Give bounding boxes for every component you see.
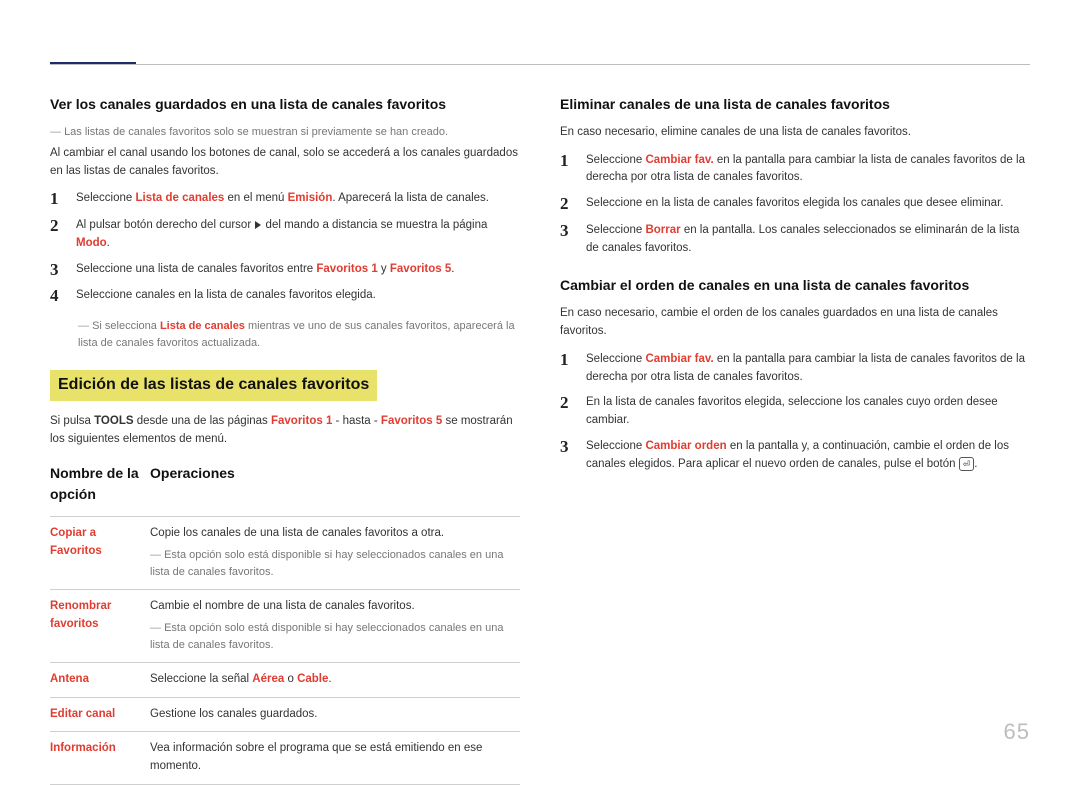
note-prior-create: Las listas de canales favoritos solo se … xyxy=(50,124,520,141)
table-row: Editar canal Gestione los canales guarda… xyxy=(50,697,520,732)
step-body: Seleccione Cambiar orden en la pantalla … xyxy=(586,438,1030,474)
columns: Ver los canales guardados en una lista d… xyxy=(50,22,1030,785)
para-tools: Si pulsa TOOLS desde una de las páginas … xyxy=(50,413,520,449)
step-row: 4 Seleccione canales en la lista de cana… xyxy=(50,287,520,306)
step-row: 1 Seleccione Cambiar fav. en la pantalla… xyxy=(560,152,1030,188)
step-number: 1 xyxy=(560,351,574,370)
options-table: Nombre de la opción Operaciones Copiar a… xyxy=(50,459,520,785)
opt-name: Antena xyxy=(50,673,89,685)
heading-reorder: Cambiar el orden de canales en una lista… xyxy=(560,275,1030,297)
para-channel-buttons: Al cambiar el canal usando los botones d… xyxy=(50,145,520,181)
step-row: 3 Seleccione Borrar en la pantalla. Los … xyxy=(560,222,1030,258)
header-rule xyxy=(50,64,1030,65)
table-row: Renombrar favoritos Cambie el nombre de … xyxy=(50,589,520,662)
step-number: 2 xyxy=(560,195,574,214)
table-row: Copiar a Favoritos Copie los canales de … xyxy=(50,516,520,589)
step-body: Seleccione Borrar en la pantalla. Los ca… xyxy=(586,222,1030,258)
heading-edit-highlight: Edición de las listas de canales favorit… xyxy=(50,370,377,401)
step-row: 2 Al pulsar botón derecho del cursor del… xyxy=(50,217,520,253)
right-column: Eliminar canales de una lista de canales… xyxy=(560,90,1030,785)
step-number: 3 xyxy=(50,261,64,280)
step-row: 1 Seleccione Lista de canales en el menú… xyxy=(50,190,520,209)
left-column: Ver los canales guardados en una lista d… xyxy=(50,90,520,785)
heading-delete: Eliminar canales de una lista de canales… xyxy=(560,94,1030,116)
step-number: 1 xyxy=(50,190,64,209)
th-operations: Operaciones xyxy=(150,459,520,517)
opt-name: Renombrar favoritos xyxy=(50,600,111,630)
step-body: Seleccione en la lista de canales favori… xyxy=(586,195,1030,213)
step-row: 3 Seleccione Cambiar orden en la pantall… xyxy=(560,438,1030,474)
step-row: 1 Seleccione Cambiar fav. en la pantalla… xyxy=(560,351,1030,387)
th-option-name: Nombre de la opción xyxy=(50,459,150,517)
step-number: 1 xyxy=(560,152,574,171)
reorder-steps: 1 Seleccione Cambiar fav. en la pantalla… xyxy=(560,351,1030,474)
step-body: En la lista de canales favoritos elegida… xyxy=(586,394,1030,430)
cursor-right-icon xyxy=(255,221,261,229)
step-number: 4 xyxy=(50,287,64,306)
step-number: 3 xyxy=(560,222,574,241)
step-row: 2 En la lista de canales favoritos elegi… xyxy=(560,394,1030,430)
opt-name: Copiar a Favoritos xyxy=(50,527,102,557)
para-delete: En caso necesario, elimine canales de un… xyxy=(560,124,1030,142)
step-body: Seleccione canales en la lista de canale… xyxy=(76,287,520,305)
step-number: 2 xyxy=(560,394,574,413)
heading-view-favorites: Ver los canales guardados en una lista d… xyxy=(50,94,520,116)
page-root: Ver los canales guardados en una lista d… xyxy=(0,0,1080,763)
opt-desc: Cambie el nombre de una lista de canales… xyxy=(150,589,520,662)
opt-name: Editar canal xyxy=(50,708,115,720)
delete-steps: 1 Seleccione Cambiar fav. en la pantalla… xyxy=(560,152,1030,258)
view-steps: 1 Seleccione Lista de canales en el menú… xyxy=(50,190,520,306)
step-body: Seleccione Lista de canales en el menú E… xyxy=(76,190,520,208)
opt-desc: Copie los canales de una lista de canale… xyxy=(150,516,520,589)
step-number: 3 xyxy=(560,438,574,457)
note-after-steps: Si selecciona Lista de canales mientras … xyxy=(78,318,520,352)
step-row: 3 Seleccione una lista de canales favori… xyxy=(50,261,520,280)
step-number: 2 xyxy=(50,217,64,236)
enter-icon: ⏎ xyxy=(959,457,975,471)
opt-desc: Vea información sobre el programa que se… xyxy=(150,732,520,785)
step-body: Seleccione una lista de canales favorito… xyxy=(76,261,520,279)
opt-desc: Gestione los canales guardados. xyxy=(150,697,520,732)
step-body: Seleccione Cambiar fav. en la pantalla p… xyxy=(586,351,1030,387)
step-row: 2 Seleccione en la lista de canales favo… xyxy=(560,195,1030,214)
step-body: Al pulsar botón derecho del cursor del m… xyxy=(76,217,520,253)
opt-name: Información xyxy=(50,742,116,754)
table-row: Información Vea información sobre el pro… xyxy=(50,732,520,785)
page-number: 65 xyxy=(1004,719,1030,745)
opt-desc: Seleccione la señal Aérea o Cable. xyxy=(150,662,520,697)
table-row: Antena Seleccione la señal Aérea o Cable… xyxy=(50,662,520,697)
para-reorder: En caso necesario, cambie el orden de lo… xyxy=(560,305,1030,341)
step-body: Seleccione Cambiar fav. en la pantalla p… xyxy=(586,152,1030,188)
